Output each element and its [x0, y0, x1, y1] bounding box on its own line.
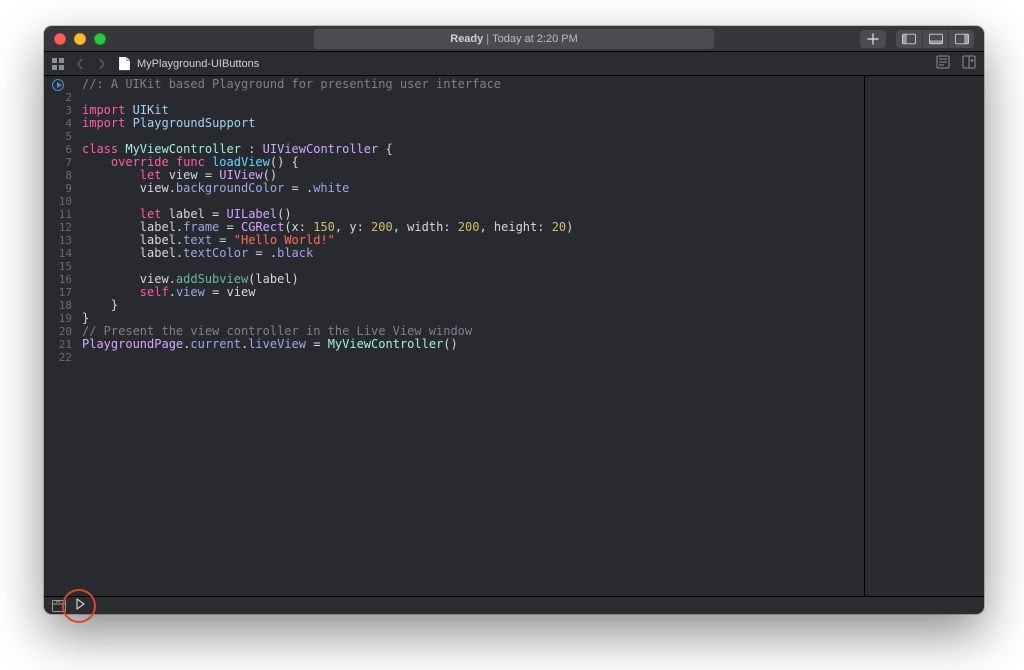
status-ready-label: Ready	[450, 33, 483, 45]
tab-bar-right	[936, 55, 976, 72]
code-line[interactable]	[82, 351, 573, 364]
swift-file-icon	[118, 57, 131, 70]
line-number: 10	[59, 195, 72, 208]
line-number: 7	[65, 156, 72, 169]
line-number: 16	[59, 273, 72, 286]
line-number: 21	[59, 338, 72, 351]
maximize-button[interactable]	[94, 33, 106, 45]
nav-forward-button[interactable]	[96, 58, 108, 70]
run-line-icon[interactable]	[52, 79, 64, 91]
add-button[interactable]	[860, 30, 886, 48]
nav-back-button[interactable]	[74, 58, 86, 70]
plus-icon	[867, 33, 879, 45]
toggle-results-button[interactable]	[52, 599, 66, 613]
line-number: 8	[65, 169, 72, 182]
line-number: 5	[65, 130, 72, 143]
code-line[interactable]: //: A UIKit based Playground for present…	[82, 78, 573, 91]
line-number: 19	[59, 312, 72, 325]
line-number: 22	[59, 351, 72, 364]
code-line[interactable]: self.view = view	[82, 286, 573, 299]
gutter: 2345678910111213141516171819202122	[44, 76, 76, 596]
status-separator: |	[486, 33, 489, 45]
results-sidebar	[864, 76, 984, 596]
close-button[interactable]	[54, 33, 66, 45]
file-chip[interactable]: MyPlayground-UIButtons	[118, 57, 259, 70]
editor-area: 2345678910111213141516171819202122 //: A…	[44, 76, 984, 596]
line-number: 4	[65, 117, 72, 130]
debug-bar	[44, 596, 984, 614]
code-lines[interactable]: //: A UIKit based Playground for present…	[76, 76, 573, 596]
titlebar: Ready | Today at 2:20 PM	[44, 26, 984, 52]
toggle-navigator-button[interactable]	[896, 30, 922, 48]
traffic-lights	[54, 33, 106, 45]
code-line[interactable]: }	[82, 299, 573, 312]
line-number: 17	[59, 286, 72, 299]
status-pill[interactable]: Ready | Today at 2:20 PM	[314, 29, 714, 49]
line-number: 3	[65, 104, 72, 117]
filename-label: MyPlayground-UIButtons	[137, 58, 259, 70]
code-editor[interactable]: 2345678910111213141516171819202122 //: A…	[44, 76, 864, 596]
toggle-debug-button[interactable]	[922, 30, 948, 48]
tab-bar: MyPlayground-UIButtons	[44, 52, 984, 76]
titlebar-right	[860, 30, 974, 48]
line-number: 6	[65, 143, 72, 156]
xcode-window: Ready | Today at 2:20 PM	[44, 26, 984, 614]
toggle-inspector-button[interactable]	[948, 30, 974, 48]
line-number: 9	[65, 182, 72, 195]
panel-toggle-group	[896, 30, 974, 48]
code-line[interactable]: label.textColor = .black	[82, 247, 573, 260]
play-icon	[74, 598, 86, 610]
line-number: 14	[59, 247, 72, 260]
line-number: 11	[59, 208, 72, 221]
minimize-button[interactable]	[74, 33, 86, 45]
code-line[interactable]: view.backgroundColor = .white	[82, 182, 573, 195]
line-number: 20	[59, 325, 72, 338]
code-line[interactable]: PlaygroundPage.current.liveView = MyView…	[82, 338, 573, 351]
execute-playground-button[interactable]	[74, 597, 86, 615]
authors-icon[interactable]	[936, 55, 950, 72]
line-number: 15	[59, 260, 72, 273]
add-editor-icon[interactable]	[962, 55, 976, 72]
line-number: 13	[59, 234, 72, 247]
line-number: 18	[59, 299, 72, 312]
line-number: 12	[59, 221, 72, 234]
code-line[interactable]: import PlaygroundSupport	[82, 117, 573, 130]
related-items-button[interactable]	[52, 58, 64, 70]
status-time: Today at 2:20 PM	[492, 33, 578, 45]
line-number: 2	[65, 91, 72, 104]
